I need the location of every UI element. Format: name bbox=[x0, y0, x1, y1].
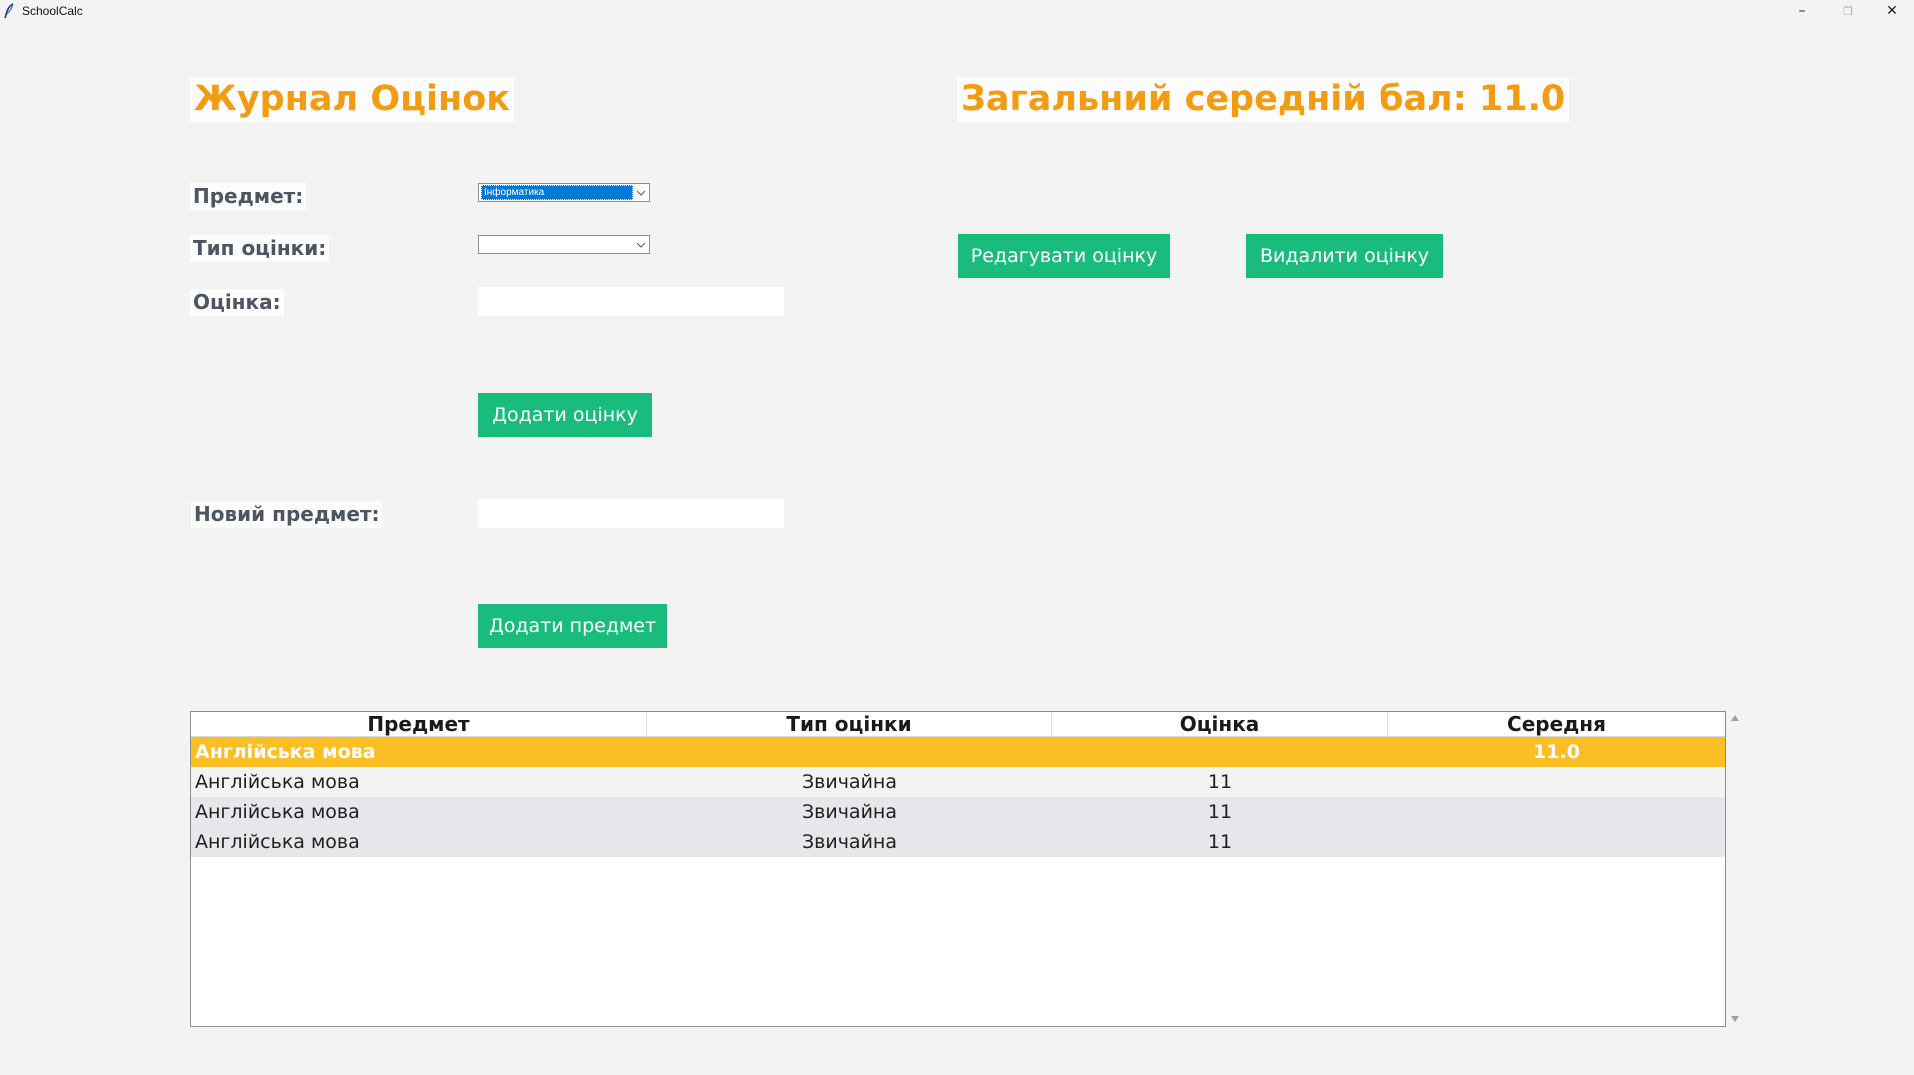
column-header-grade[interactable]: Оцінка bbox=[1052, 712, 1388, 736]
column-header-average[interactable]: Середня bbox=[1388, 712, 1725, 736]
cell-grade-type: Звичайна bbox=[801, 801, 897, 823]
table-scrollbar[interactable] bbox=[1727, 711, 1743, 1027]
grade-input[interactable] bbox=[478, 287, 784, 316]
restore-button[interactable]: ❐ bbox=[1825, 0, 1871, 22]
table-group-row[interactable]: Англійська мова 11.0 bbox=[191, 737, 1725, 767]
grade-type-dropdown[interactable] bbox=[478, 235, 650, 254]
grade-type-label: Тип оцінки: bbox=[190, 235, 330, 262]
cell-subject: Англійська мова bbox=[195, 771, 360, 793]
chevron-down-icon[interactable] bbox=[633, 184, 649, 201]
edit-grade-button[interactable]: Редагувати оцінку bbox=[958, 234, 1170, 278]
cell-subject: Англійська мова bbox=[195, 741, 376, 763]
title-bar: SchoolCalc – ❐ ✕ bbox=[0, 0, 1914, 22]
page-title: Журнал Оцінок bbox=[190, 77, 515, 122]
table-row[interactable]: Англійська мова Звичайна 11 bbox=[191, 827, 1725, 857]
grade-label: Оцінка: bbox=[190, 289, 284, 316]
cell-grade: 11 bbox=[1207, 831, 1233, 853]
overall-average-label: Загальний середній бал: 11.0 bbox=[957, 77, 1570, 122]
window-title: SchoolCalc bbox=[22, 4, 83, 18]
new-subject-label: Новий предмет: bbox=[191, 501, 383, 528]
column-header-grade-type[interactable]: Тип оцінки bbox=[647, 712, 1052, 736]
cell-grade-type bbox=[647, 737, 1052, 767]
minimize-button[interactable]: – bbox=[1779, 0, 1825, 22]
subject-label: Предмет: bbox=[190, 183, 307, 210]
cell-grade-type: Звичайна bbox=[801, 771, 897, 793]
close-button[interactable]: ✕ bbox=[1869, 0, 1914, 22]
scroll-down-arrow-icon[interactable] bbox=[1731, 1016, 1739, 1022]
cell-grade: 11 bbox=[1207, 801, 1233, 823]
cell-average: 11.0 bbox=[1533, 741, 1580, 763]
cell-average bbox=[1388, 767, 1725, 797]
cell-subject: Англійська мова bbox=[195, 831, 360, 853]
cell-grade: 11 bbox=[1207, 771, 1233, 793]
table-row[interactable]: Англійська мова Звичайна 11 bbox=[191, 797, 1725, 827]
cell-average bbox=[1388, 827, 1725, 857]
subject-dropdown-value: Інформатика bbox=[481, 185, 633, 200]
feather-icon bbox=[4, 3, 14, 19]
table-header: Предмет Тип оцінки Оцінка Середня bbox=[191, 712, 1725, 737]
cell-subject: Англійська мова bbox=[195, 801, 360, 823]
grades-table[interactable]: Предмет Тип оцінки Оцінка Середня Англій… bbox=[190, 711, 1726, 1027]
cell-average bbox=[1388, 797, 1725, 827]
scroll-up-arrow-icon[interactable] bbox=[1731, 715, 1739, 721]
table-row[interactable]: Англійська мова Звичайна 11 bbox=[191, 767, 1725, 797]
cell-grade bbox=[1052, 737, 1388, 767]
delete-grade-button[interactable]: Видалити оцінку bbox=[1246, 234, 1443, 278]
column-header-subject[interactable]: Предмет bbox=[191, 712, 647, 736]
add-grade-button[interactable]: Додати оцінку bbox=[478, 393, 652, 437]
cell-grade-type: Звичайна bbox=[801, 831, 897, 853]
chevron-down-icon[interactable] bbox=[633, 236, 649, 253]
subject-dropdown[interactable]: Інформатика bbox=[478, 183, 650, 202]
grade-type-dropdown-value bbox=[481, 238, 633, 251]
add-subject-button[interactable]: Додати предмет bbox=[478, 604, 667, 648]
new-subject-input[interactable] bbox=[478, 499, 784, 528]
